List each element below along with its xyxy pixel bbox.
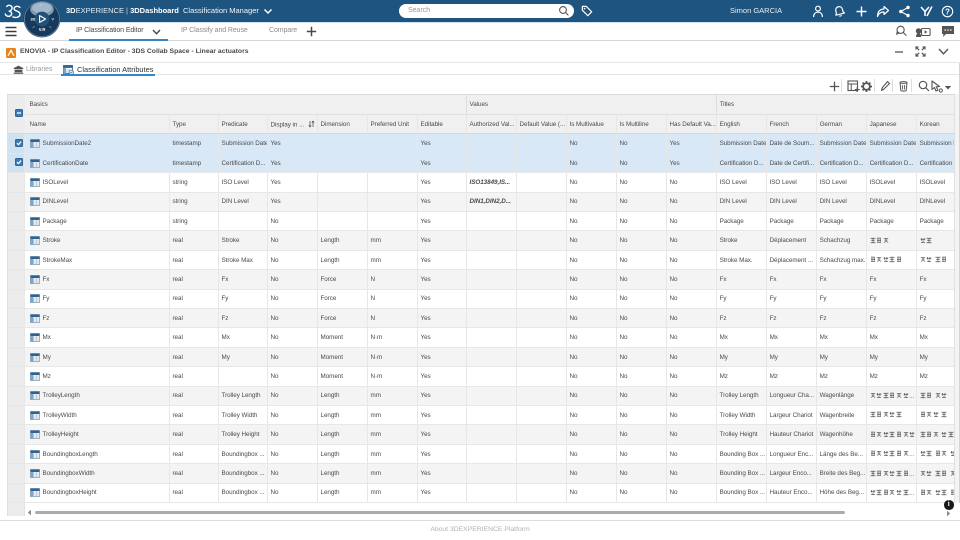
svg-text:?: ? xyxy=(945,7,950,16)
svg-text://: // xyxy=(40,4,42,8)
svg-text:3D: 3D xyxy=(31,17,36,21)
svg-text:V.R: V.R xyxy=(39,27,46,32)
